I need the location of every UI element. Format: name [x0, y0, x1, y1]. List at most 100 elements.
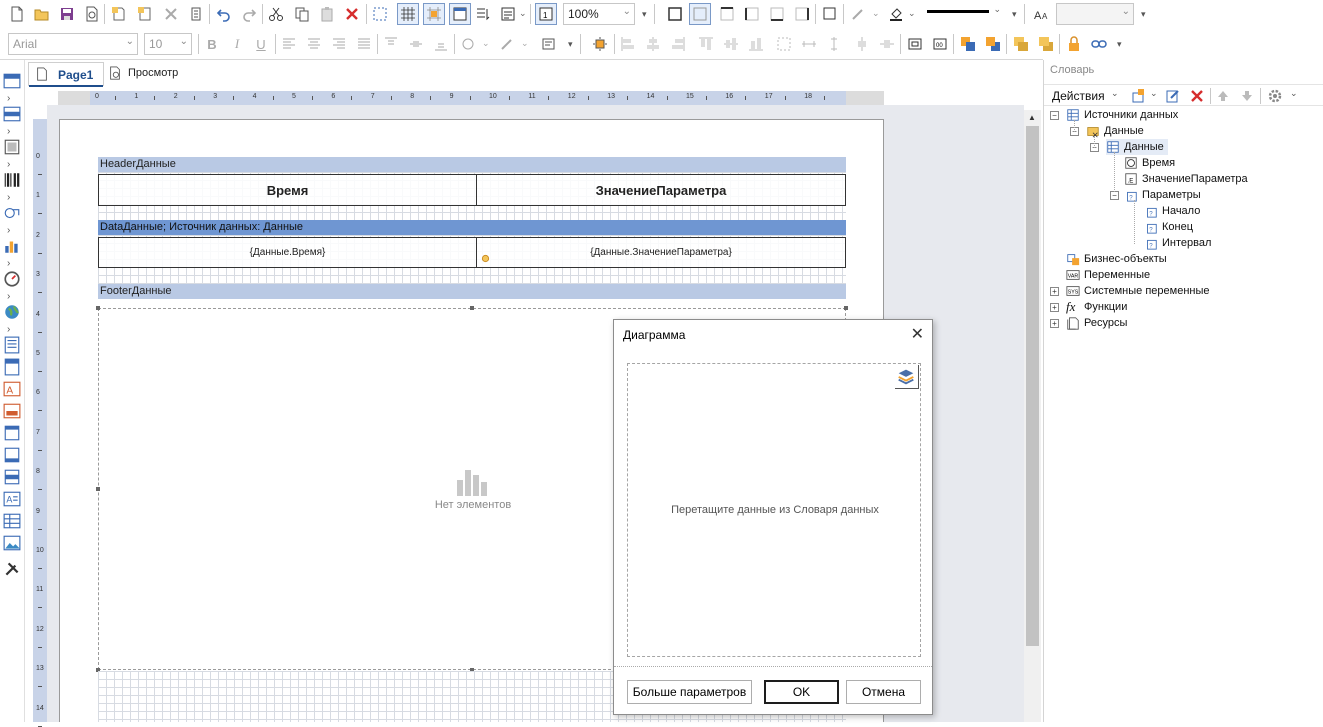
shadow-icon[interactable]	[821, 5, 839, 23]
copy-icon[interactable]	[293, 5, 311, 23]
chevron-down-icon[interactable]: ⌄	[1150, 88, 1158, 99]
header-band-title[interactable]: HeaderДанные	[98, 157, 846, 172]
header-cell-value[interactable]: ЗначениеПараметра	[476, 174, 846, 206]
border-top-icon[interactable]	[718, 5, 736, 23]
underline-icon[interactable]: U	[252, 35, 270, 53]
border-none-icon[interactable]	[689, 3, 711, 25]
tab-page1[interactable]: Page1	[28, 62, 104, 87]
chevron-right-icon[interactable]: ›	[7, 324, 10, 335]
delete-item-icon[interactable]	[1188, 87, 1206, 105]
edit-icon[interactable]	[1164, 87, 1182, 105]
data-band-icon[interactable]	[3, 468, 21, 486]
barcode-icon[interactable]	[3, 171, 21, 189]
tree-item-data-sources[interactable]: Источники данных	[1066, 107, 1178, 123]
new-item-icon[interactable]	[1130, 87, 1148, 105]
footer-band-title[interactable]: FooterДанные	[98, 284, 846, 299]
tree-item-system-variables[interactable]: SYS Системные переменные	[1066, 283, 1210, 299]
map-icon[interactable]	[3, 303, 21, 321]
fit-page-icon[interactable]: 00	[931, 35, 949, 53]
valign-middle-icon[interactable]	[407, 35, 425, 53]
scroll-up-icon[interactable]: ▲	[1028, 113, 1036, 122]
tree-item-end[interactable]: ? Конец	[1144, 219, 1193, 235]
make-same-height-icon[interactable]	[825, 35, 843, 53]
align-to-grid-icon[interactable]	[423, 3, 445, 25]
data-band-title[interactable]: DataДанные; Источник данных: Данные	[98, 220, 846, 235]
select-all-icon[interactable]	[371, 5, 389, 23]
tree-item-start[interactable]: ? Начало	[1144, 203, 1200, 219]
align-bottoms-icon[interactable]	[747, 35, 765, 53]
chevron-right-icon[interactable]: ›	[7, 159, 10, 170]
tree-item-data-table[interactable]: Данные	[1106, 139, 1168, 155]
tree-item-functions[interactable]: fx Функции	[1066, 299, 1127, 315]
canvas-scrollbar[interactable]: ▲	[1024, 110, 1041, 722]
chevron-down-icon[interactable]: ⌄	[519, 8, 527, 19]
tree-collapse-icon[interactable]: −	[1050, 111, 1059, 120]
open-icon[interactable]	[33, 5, 51, 23]
report-title-icon[interactable]	[3, 336, 21, 354]
tab-preview[interactable]: Просмотр	[104, 62, 194, 86]
valign-bottom-icon[interactable]	[432, 35, 450, 53]
chevron-down-icon[interactable]: ⌄	[482, 38, 490, 49]
show-grid-icon[interactable]	[397, 3, 419, 25]
cut-icon[interactable]	[267, 5, 285, 23]
toolbar-overflow-icon[interactable]: ▾	[642, 9, 647, 20]
border-right-icon[interactable]	[793, 5, 811, 23]
move-backward-icon[interactable]	[1037, 35, 1055, 53]
tree-item-interval[interactable]: ? Интервал	[1144, 235, 1211, 251]
shapes-icon[interactable]	[3, 204, 21, 222]
tree-item-parameters[interactable]: ? Параметры	[1124, 187, 1201, 203]
chevron-down-icon[interactable]: ⌄	[1111, 88, 1119, 99]
chevron-right-icon[interactable]: ›	[7, 93, 10, 104]
bring-to-front-icon[interactable]	[959, 35, 977, 53]
text-box-icon[interactable]: A	[3, 490, 21, 508]
tree-expand-icon[interactable]: +	[1050, 303, 1059, 312]
chevron-right-icon[interactable]: ›	[7, 126, 10, 137]
undo-icon[interactable]	[215, 5, 233, 23]
settings-gear-icon[interactable]	[1266, 87, 1284, 105]
chevron-down-icon[interactable]: ⌄	[1290, 88, 1298, 99]
text-format-icon[interactable]	[459, 35, 477, 53]
table-component-icon[interactable]	[3, 512, 21, 530]
chevron-right-icon[interactable]: ›	[7, 258, 10, 269]
ok-button[interactable]: OK	[764, 680, 839, 704]
layers-icon[interactable]	[895, 365, 919, 389]
bands-icon[interactable]	[3, 72, 21, 90]
font-size-icon[interactable]: AA	[1033, 5, 1051, 23]
align-justify-icon[interactable]	[355, 35, 373, 53]
header-cell-time[interactable]: Время	[98, 174, 477, 206]
style-combo[interactable]: ⌄	[1056, 3, 1134, 25]
order-icon[interactable]	[474, 5, 492, 23]
make-same-size-icon[interactable]	[775, 35, 793, 53]
tools-icon[interactable]	[3, 560, 21, 578]
border-left-icon[interactable]	[743, 5, 761, 23]
preview-icon[interactable]	[83, 5, 101, 23]
new-form-icon[interactable]	[136, 5, 154, 23]
align-right-icon[interactable]	[330, 35, 348, 53]
chart-drop-area[interactable]: Перетащите данные из Словаря данных	[627, 363, 921, 657]
data-cell-time[interactable]: {Данные.Время}	[98, 237, 477, 268]
tree-item-variables[interactable]: VAR Переменные	[1066, 267, 1150, 283]
style-designer-icon[interactable]	[499, 5, 517, 23]
show-headers-icon[interactable]	[449, 3, 471, 25]
tree-expand-icon[interactable]: +	[1050, 319, 1059, 328]
align-center-icon[interactable]	[305, 35, 323, 53]
center-horizontally-icon[interactable]	[853, 35, 871, 53]
chevron-down-icon[interactable]: ⌄	[872, 8, 880, 19]
lock-icon[interactable]	[1065, 35, 1083, 53]
page-size-icon[interactable]: 1	[535, 3, 557, 25]
components-icon[interactable]	[3, 138, 21, 156]
italic-icon[interactable]: I	[228, 35, 246, 53]
tree-item-param-value[interactable]: .E ЗначениеПараметра	[1124, 171, 1248, 187]
cancel-button[interactable]: Отмена	[846, 680, 921, 704]
save-icon[interactable]	[58, 5, 76, 23]
chevron-right-icon[interactable]: ›	[7, 192, 10, 203]
chevron-right-icon[interactable]: ›	[7, 291, 10, 302]
font-name-combo[interactable]: Arial ⌄	[8, 33, 138, 55]
toolbar-overflow-icon[interactable]: ▾	[1141, 9, 1146, 20]
valign-top-icon[interactable]	[382, 35, 400, 53]
tree-item-time[interactable]: Время	[1124, 155, 1175, 171]
image-component-icon[interactable]	[3, 534, 21, 552]
chevron-down-icon[interactable]: ⌄	[908, 8, 916, 19]
page-setup-icon[interactable]	[187, 5, 205, 23]
delete-page-icon[interactable]	[162, 5, 180, 23]
